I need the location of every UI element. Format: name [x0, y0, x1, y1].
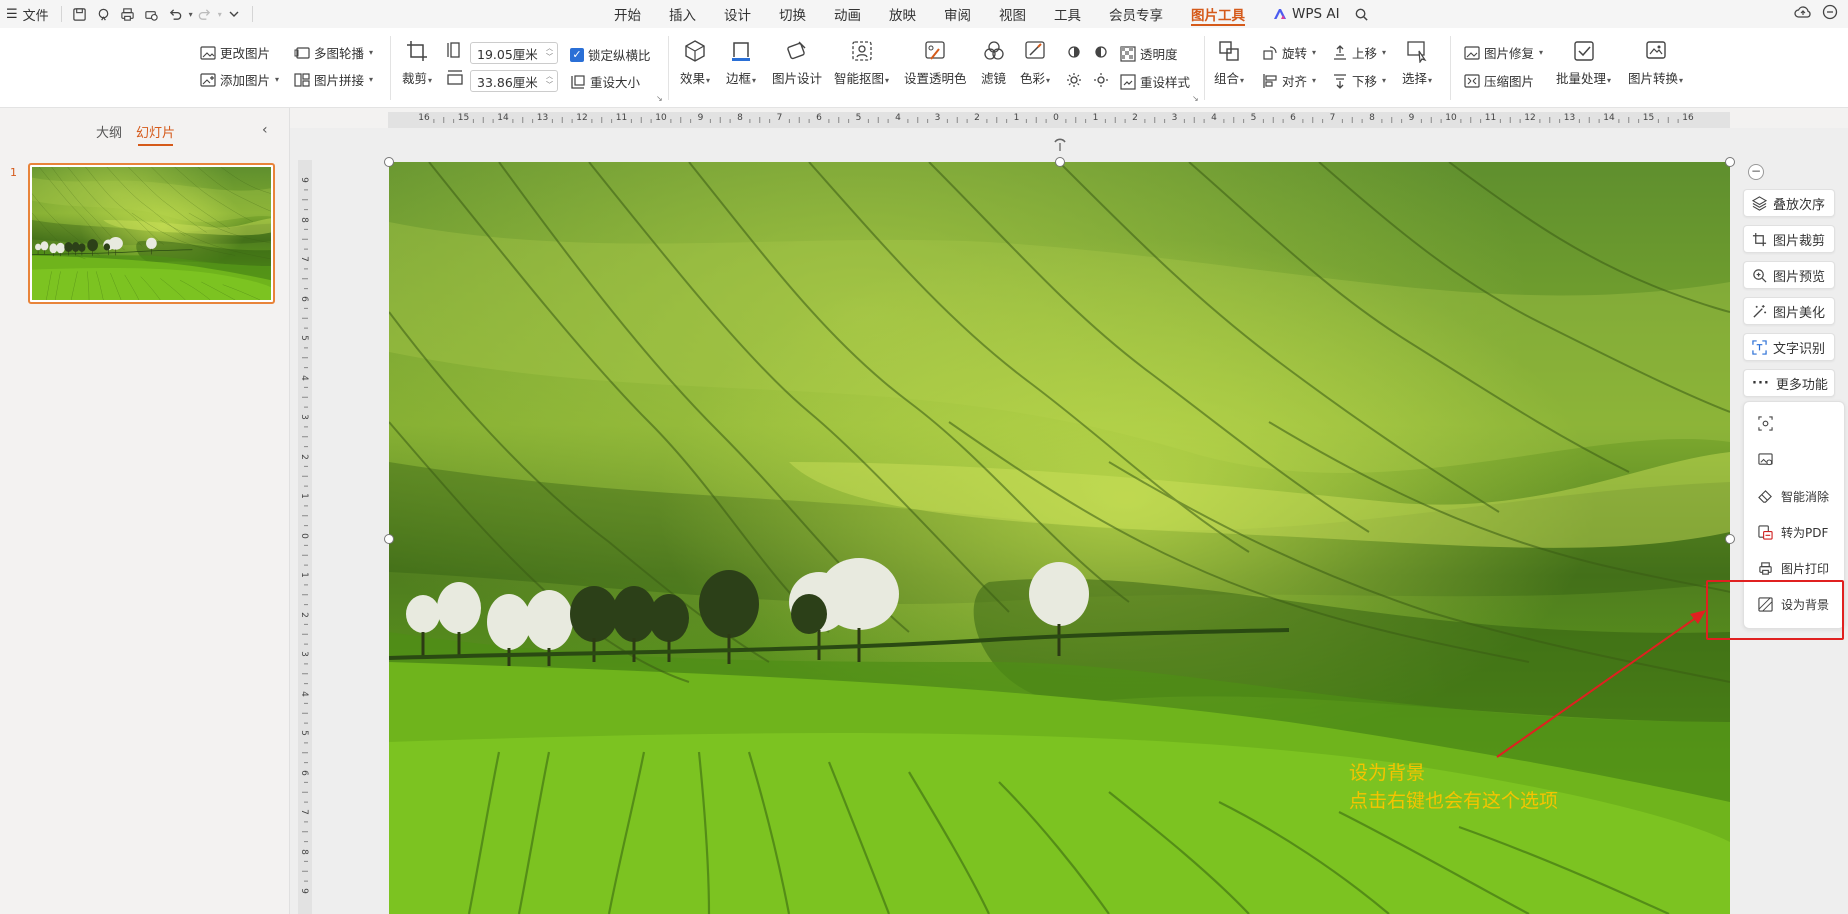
annotation-title: 设为背景: [1349, 762, 1426, 784]
annotation-note: 点击右键也会有这个选项: [1349, 790, 1559, 812]
annotation-arrow: [1496, 610, 1706, 758]
